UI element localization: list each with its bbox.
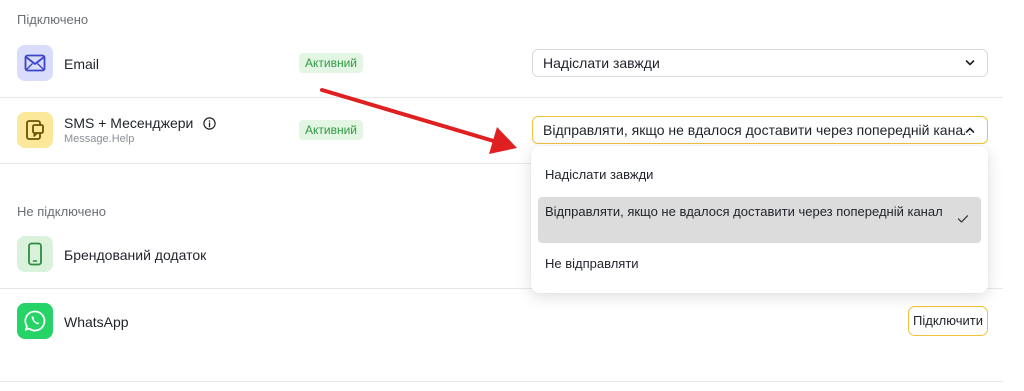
- email-send-mode-select[interactable]: Надіслати завжди: [532, 49, 988, 77]
- checkmark-icon: [957, 215, 969, 223]
- envelope-icon: [17, 45, 53, 81]
- channel-name-email: Email: [64, 56, 100, 72]
- sms-send-mode-value: Відправляти, якщо не вдалося доставити ч…: [543, 122, 972, 138]
- channel-name-branded-app: Брендований додаток: [64, 247, 207, 263]
- email-send-mode-value: Надіслати завжди: [543, 55, 660, 71]
- channel-name-sms-label: SMS + Месенджери: [64, 115, 194, 131]
- dropdown-option-label: Відправляти, якщо не вдалося доставити ч…: [545, 204, 943, 219]
- chevron-up-icon: [965, 126, 975, 134]
- channel-name-whatsapp: WhatsApp: [64, 314, 129, 330]
- dropdown-option-dont-send[interactable]: Не відправляти: [538, 246, 981, 282]
- smartphone-icon: [17, 236, 53, 272]
- connected-section-title: Підключено: [17, 12, 89, 27]
- chat-phone-icon: [17, 112, 53, 148]
- info-icon[interactable]: [203, 117, 216, 130]
- dropdown-option-send-if-failed[interactable]: Відправляти, якщо не вдалося доставити ч…: [538, 197, 981, 243]
- channel-name-sms: SMS + Месенджери: [64, 115, 216, 131]
- channel-provider-sms: Message.Help: [64, 133, 135, 145]
- dropdown-option-send-always[interactable]: Надіслати завжди: [538, 158, 981, 192]
- status-badge-sms: Активний: [299, 120, 363, 140]
- chevron-down-icon: [965, 60, 975, 66]
- not-connected-section-title: Не підключено: [17, 204, 107, 219]
- divider: [0, 381, 1003, 382]
- divider: [0, 163, 531, 164]
- sms-send-mode-select[interactable]: Відправляти, якщо не вдалося доставити ч…: [532, 116, 988, 144]
- send-mode-dropdown-menu: Надіслати завжди Відправляти, якщо не вд…: [531, 146, 988, 293]
- status-badge-email: Активний: [299, 53, 363, 73]
- whatsapp-icon: [17, 303, 53, 339]
- divider: [0, 97, 1003, 98]
- connect-whatsapp-button[interactable]: Підключити: [908, 306, 988, 336]
